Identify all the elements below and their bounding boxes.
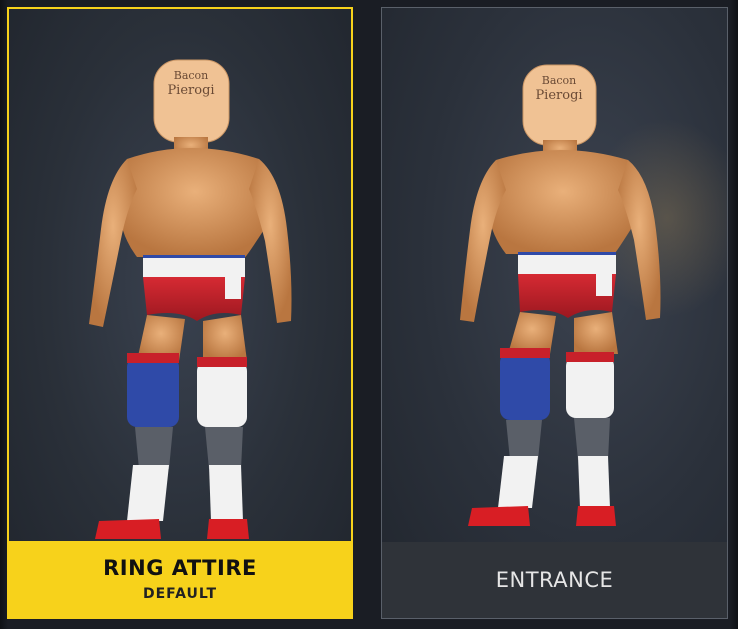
ring-attire-subtitle: DEFAULT (142, 586, 218, 602)
ring-attire-title: RING ATTIRE (103, 556, 257, 580)
head-text-line2: Pierogi (167, 83, 214, 98)
entrance-card[interactable]: Bacon Pierogi ENTRANCE (381, 7, 728, 619)
wrestler-model-icon: Bacon Pierogi (460, 64, 661, 526)
entrance-title: ENTRANCE (495, 568, 614, 592)
head-text-line1: Bacon (174, 69, 209, 82)
wrestler-model-icon: Bacon Pierogi (89, 59, 292, 539)
kneepad-right (566, 356, 614, 418)
head-text-line1: Bacon (542, 74, 577, 87)
boot-right (576, 506, 616, 526)
kneepad-left (127, 357, 179, 427)
entrance-label: ENTRANCE (382, 542, 727, 618)
ring-attire-card[interactable]: Bacon Pierogi RING ATTIRE DEFAULT (7, 7, 353, 619)
kneepad-left (500, 352, 550, 420)
trunks-waistband (518, 252, 616, 274)
kneepad-right (197, 361, 247, 427)
boot-left (468, 506, 530, 526)
boot-left (95, 519, 161, 539)
boot-right (207, 519, 249, 539)
ring-attire-label: RING ATTIRE DEFAULT (9, 541, 351, 617)
trunks-waistband (143, 255, 245, 277)
head-text-line2: Pierogi (535, 88, 582, 103)
